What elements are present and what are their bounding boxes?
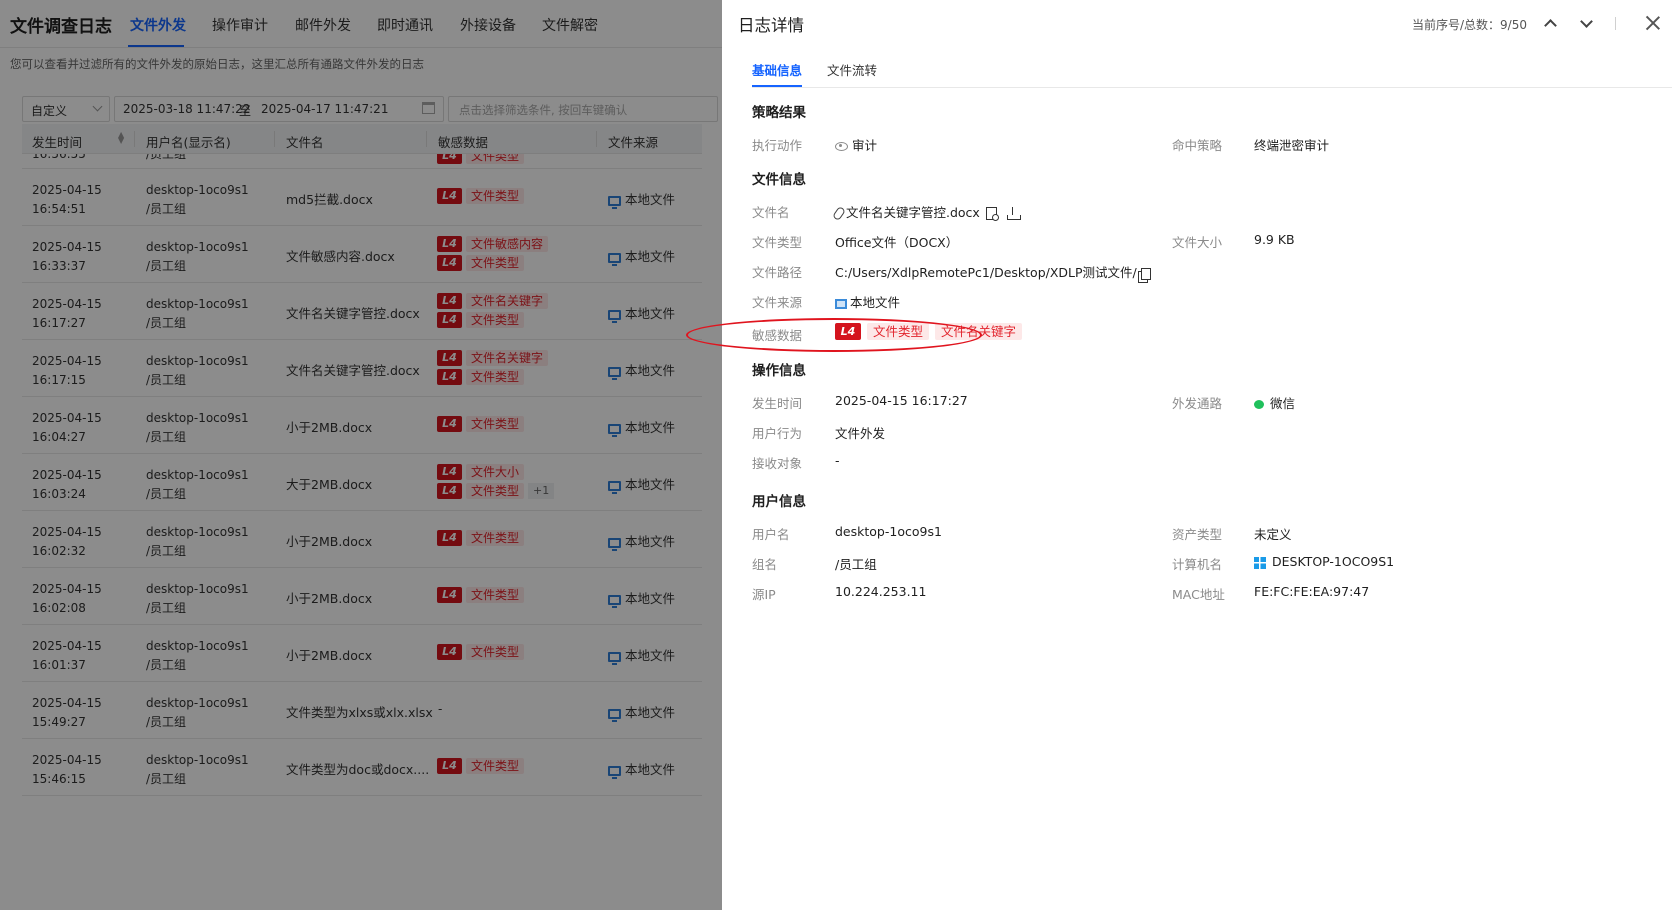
wechat-icon [1254,400,1264,409]
filetype-value: Office文件（DOCX） [835,235,959,250]
occur-time-value: 2025-04-15 16:17:27 [835,393,968,408]
source-ip-label: 源IP [752,587,776,602]
section-policy-heading: 策略结果 [752,105,806,121]
filename-label: 文件名 [752,205,790,220]
previous-record-chevron-up-icon[interactable] [1544,19,1557,32]
hostname-text: DESKTOP-1OCO9S1 [1272,554,1395,569]
tab-file-flow[interactable]: 文件流转 [827,60,877,79]
eye-icon [835,142,848,151]
drawer-tabs: 基础信息 文件流转 [752,58,1672,88]
filename-value: 文件名关键字管控.docx [831,202,1021,222]
receiver-label: 接收对象 [752,456,803,471]
hostname-value: DESKTOP-1OCO9S1 [1254,554,1394,569]
drawer-title: 日志详情 [738,16,804,35]
username-label: 用户名 [752,527,790,542]
group-label: 组名 [752,557,778,572]
download-icon[interactable] [1006,207,1021,220]
channel-text: 微信 [1270,396,1296,411]
divider [1615,17,1616,30]
hit-policy-label: 命中策略 [1172,138,1223,153]
active-tab-underline [752,85,802,87]
computer-icon [835,298,847,309]
copy-icon[interactable] [1140,267,1151,280]
tab-basic-info[interactable]: 基础信息 [752,60,802,79]
file-preview-icon[interactable] [985,207,999,221]
username-value: desktop-1oco9s1 [835,524,942,539]
source-ip-value: 10.224.253.11 [835,584,927,599]
asset-type-value: 未定义 [1254,527,1292,542]
asset-type-label: 资产类型 [1172,527,1223,542]
action-value: 审计 [835,135,877,154]
receiver-value: - [835,453,840,468]
log-detail-drawer: 日志详情 当前序号/总数：9/50 基础信息 文件流转 策略结果 执行动作 审计… [722,0,1674,910]
behavior-label: 用户行为 [752,426,803,441]
hit-policy-value: 终端泄密审计 [1254,138,1330,153]
channel-value: 微信 [1254,393,1295,412]
filesource-text: 本地文件 [850,295,901,310]
occur-time-label: 发生时间 [752,396,803,411]
next-record-chevron-down-icon[interactable] [1580,15,1593,28]
mac-label: MAC地址 [1172,587,1225,602]
filetype-label: 文件类型 [752,235,803,250]
filepath-label: 文件路径 [752,265,803,280]
hostname-label: 计算机名 [1172,557,1223,572]
close-icon[interactable] [1644,14,1662,32]
filename-text: 文件名关键字管控.docx [846,205,980,220]
annotation-ellipse [686,318,982,352]
section-file-heading: 文件信息 [752,172,806,188]
channel-label: 外发通路 [1172,396,1223,411]
group-value: /员工组 [835,557,877,572]
filepath-value: C:/Users/XdlpRemotePc1/Desktop/XDLP测试文件/ [835,262,1151,281]
windows-icon [1254,556,1266,569]
filesize-label: 文件大小 [1172,235,1223,250]
section-operation-heading: 操作信息 [752,363,806,379]
action-value-text: 审计 [852,138,878,153]
record-counter: 当前序号/总数：9/50 [1412,18,1527,32]
filesource-label: 文件来源 [752,295,803,310]
behavior-value: 文件外发 [835,426,886,441]
section-user-heading: 用户信息 [752,494,806,510]
filesize-value: 9.9 KB [1254,232,1295,247]
mac-value: FE:FC:FE:EA:97:47 [1254,584,1370,599]
action-label: 执行动作 [752,138,803,153]
filesource-value: 本地文件 [835,292,900,311]
filepath-text: C:/Users/XdlpRemotePc1/Desktop/XDLP测试文件/ [835,265,1137,280]
paperclip-icon [831,205,847,222]
